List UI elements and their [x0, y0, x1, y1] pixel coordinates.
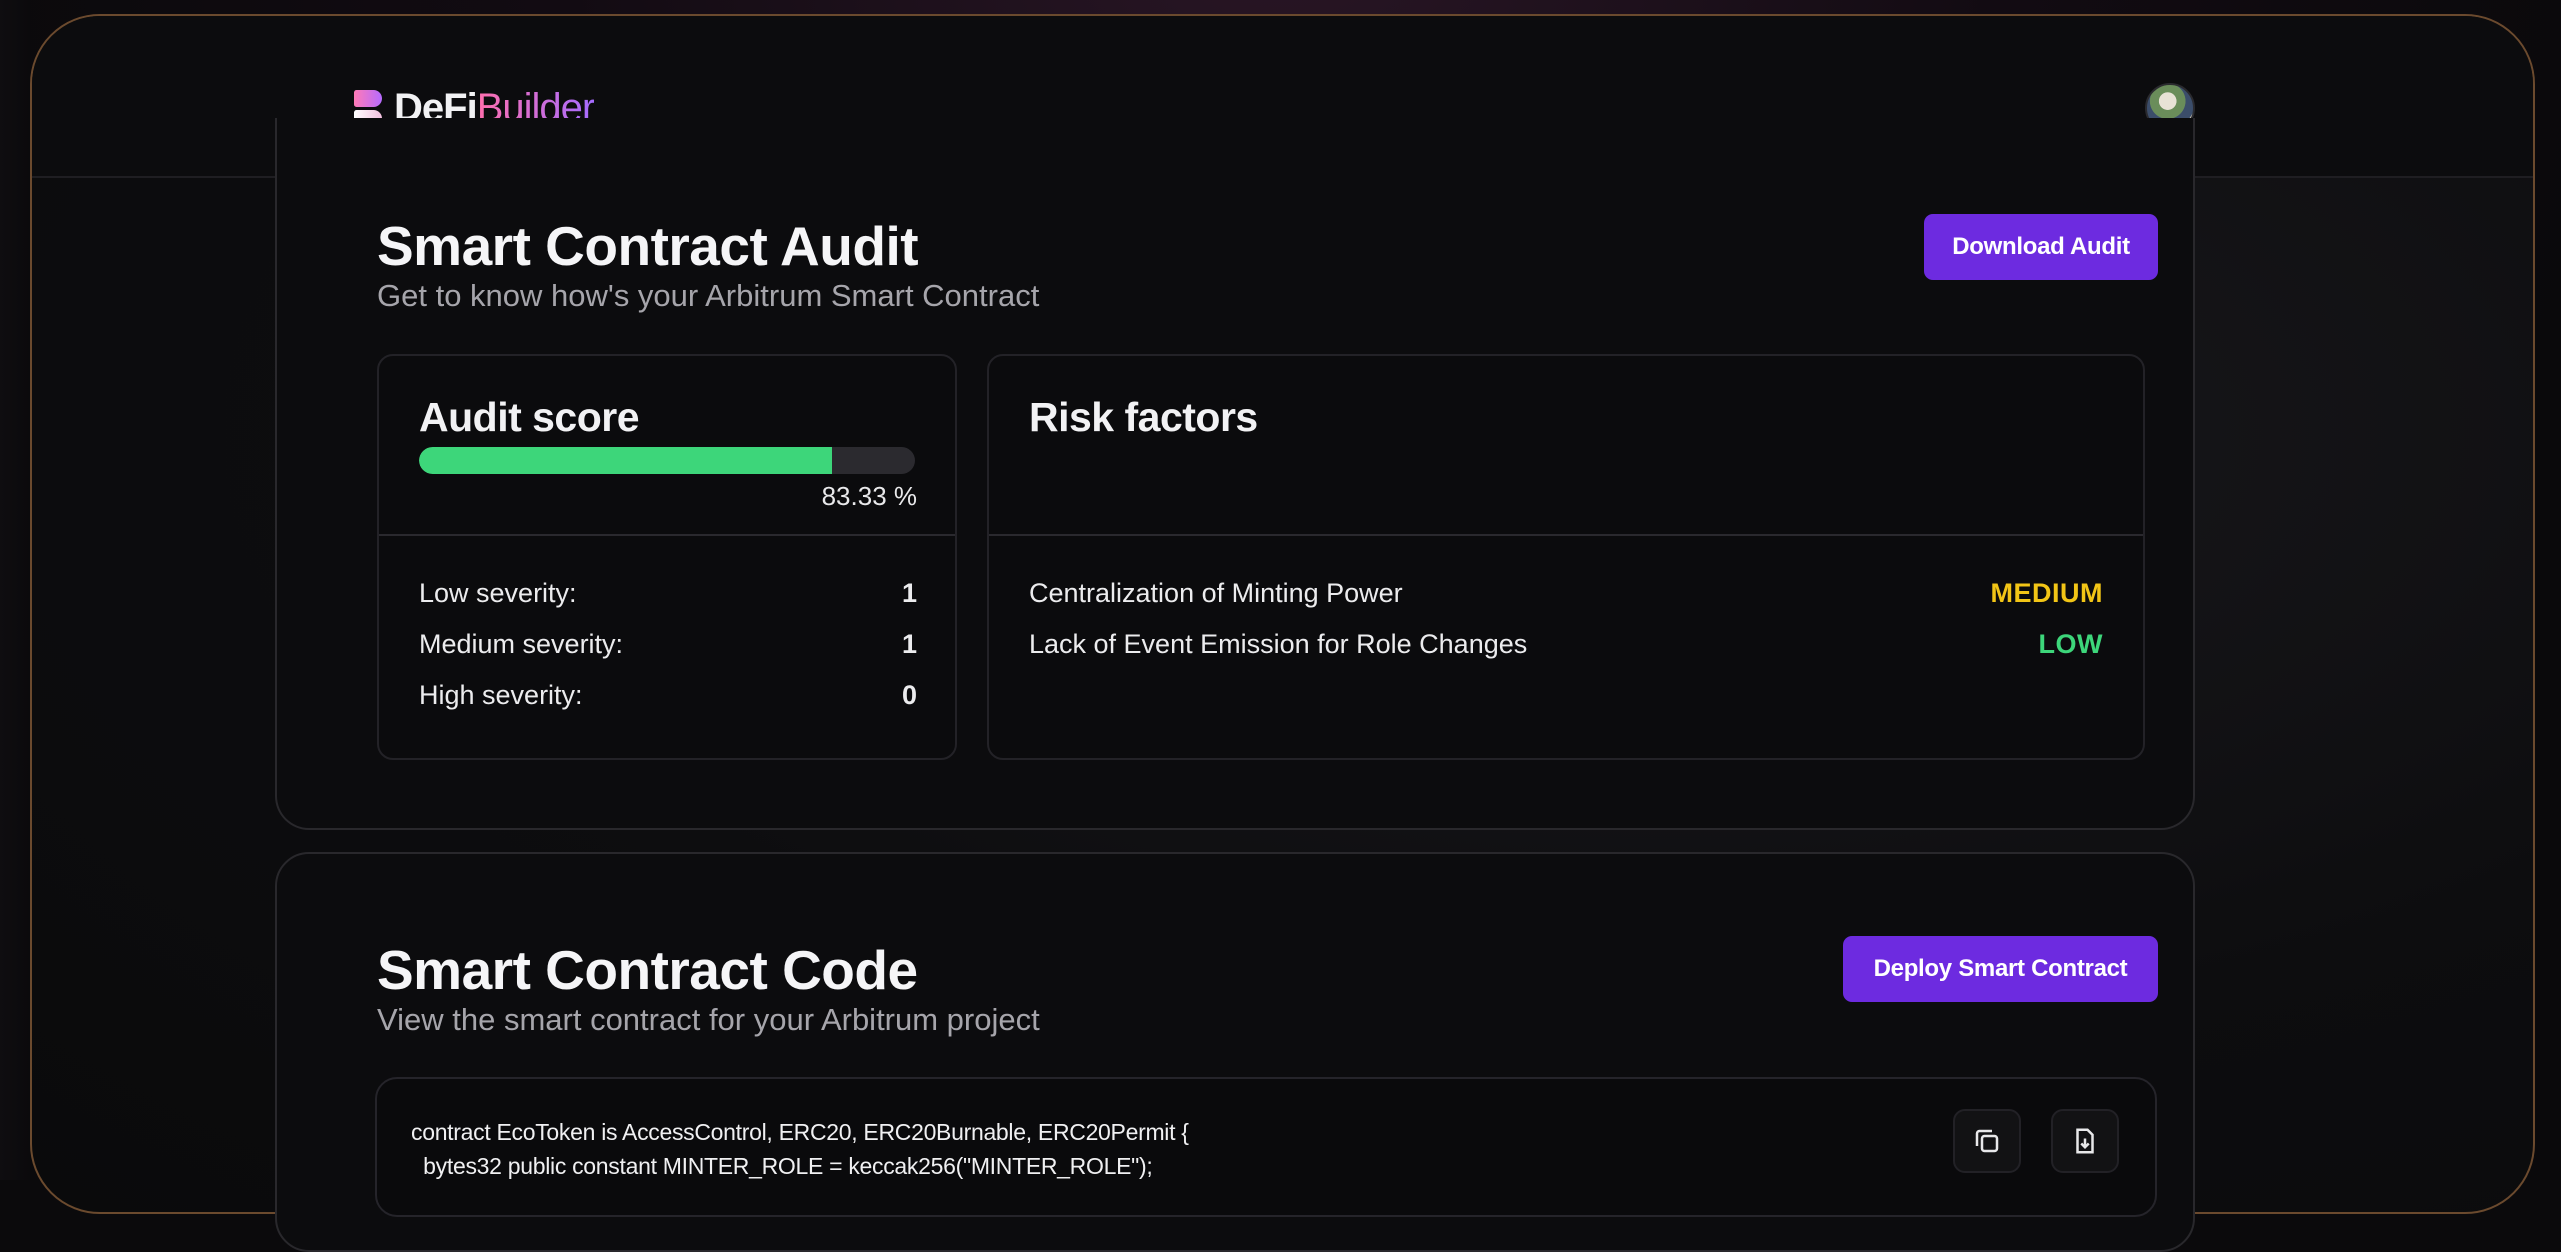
- risk-severity-badge: LOW: [2038, 629, 2103, 659]
- audit-card: Smart Contract Audit Get to know how's y…: [275, 118, 2195, 830]
- audit-subtitle: Get to know how's your Arbitrum Smart Co…: [377, 278, 1040, 313]
- risk-item-label: Lack of Event Emission for Role Changes: [1029, 629, 1528, 659]
- audit-score-panel: Audit score 83.33 % Low severity: 1 Medi…: [377, 354, 957, 760]
- code-subtitle: View the smart contract for your Arbitru…: [377, 1002, 1040, 1037]
- copy-code-button[interactable]: [1953, 1109, 2021, 1173]
- code-line: bytes32 public constant MINTER_ROLE = ke…: [411, 1153, 1153, 1179]
- low-severity-label: Low severity:: [419, 578, 577, 608]
- risk-severity-badge: MEDIUM: [1990, 578, 2103, 608]
- copy-icon: [1975, 1129, 1999, 1153]
- code-title: Smart Contract Code: [377, 939, 918, 1001]
- medium-severity-row: Medium severity: 1: [419, 629, 917, 660]
- audit-score-progress-fill: [419, 447, 833, 474]
- high-severity-label: High severity:: [419, 680, 583, 710]
- deploy-smart-contract-button[interactable]: Deploy Smart Contract: [1843, 936, 2158, 1002]
- risk-item-label: Centralization of Minting Power: [1029, 578, 1403, 608]
- high-severity-count: 0: [901, 680, 917, 710]
- risk-factors-panel: Risk factors Centralization of Minting P…: [987, 354, 2145, 760]
- audit-score-title: Audit score: [419, 394, 640, 440]
- download-audit-button[interactable]: Download Audit: [1924, 214, 2158, 280]
- panel-divider: [989, 534, 2143, 536]
- code-viewer[interactable]: . contract EcoToken is AccessControl, ER…: [375, 1067, 2157, 1217]
- risk-factors-title: Risk factors: [1029, 394, 1258, 440]
- medium-severity-count: 1: [901, 629, 917, 659]
- low-severity-row: Low severity: 1: [419, 578, 917, 609]
- audit-score-progress-bar: [419, 447, 915, 474]
- download-code-button[interactable]: [2051, 1109, 2119, 1173]
- high-severity-row: High severity: 0: [419, 680, 917, 711]
- code-line: contract EcoToken is AccessControl, ERC2…: [411, 1119, 1189, 1145]
- risk-item: Centralization of Minting Power MEDIUM: [1029, 578, 2103, 609]
- download-file-icon: [2076, 1128, 2094, 1154]
- panel-divider: [379, 534, 955, 536]
- side-shadow: [0, 0, 30, 1180]
- audit-title: Smart Contract Audit: [377, 215, 919, 277]
- low-severity-count: 1: [901, 578, 917, 608]
- scrolled-code-line: .: [411, 1067, 418, 1081]
- risk-item: Lack of Event Emission for Role Changes …: [1029, 629, 2103, 660]
- medium-severity-label: Medium severity:: [419, 629, 624, 659]
- audit-score-percent: 83.33 %: [821, 481, 917, 511]
